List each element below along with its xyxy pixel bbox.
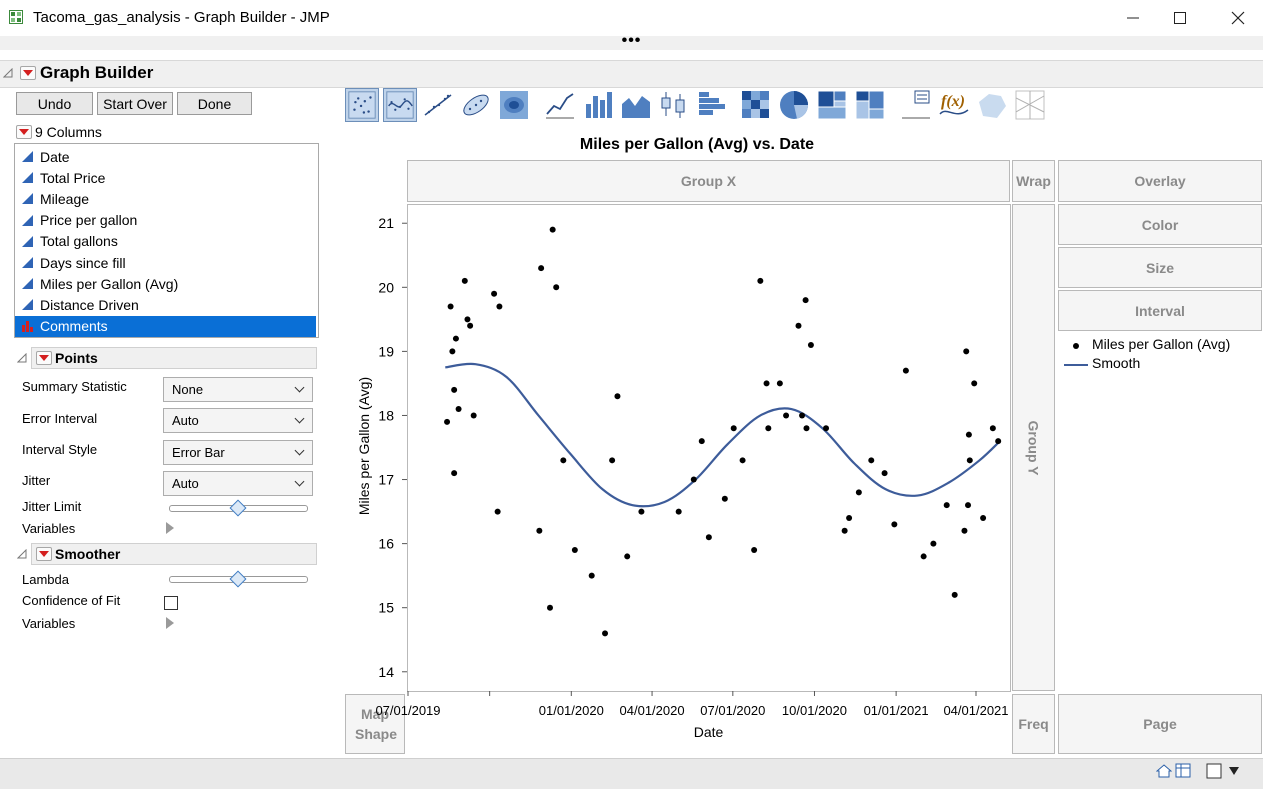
y-tick-label: 20 xyxy=(378,279,394,295)
data-point xyxy=(891,521,898,528)
data-point xyxy=(930,540,937,547)
data-point xyxy=(451,470,458,477)
data-point xyxy=(538,265,545,272)
y-tick-label: 19 xyxy=(378,343,394,359)
data-point xyxy=(602,630,609,637)
status-bar xyxy=(0,758,1263,789)
data-point xyxy=(799,412,806,419)
data-table-icon[interactable] xyxy=(1175,763,1191,778)
data-point xyxy=(855,489,862,496)
x-tick-label: 01/01/2021 xyxy=(864,703,929,718)
y-tick-label: 15 xyxy=(378,600,394,616)
data-point xyxy=(547,604,553,611)
data-point xyxy=(455,406,462,413)
data-point xyxy=(980,514,987,521)
data-point xyxy=(802,297,809,304)
data-point xyxy=(560,457,567,464)
data-point xyxy=(444,418,451,425)
scatter-chart: 14 15 16 17 18 19 20 21 07/01/2019 01/01/2020 04/0… xyxy=(375,215,1008,718)
data-point xyxy=(963,348,970,355)
data-point xyxy=(803,425,810,432)
data-point xyxy=(730,425,737,432)
data-point xyxy=(467,322,474,329)
y-tick-label: 14 xyxy=(378,664,394,680)
data-point xyxy=(571,547,578,554)
data-point xyxy=(995,438,1002,445)
x-tick-label: 07/01/2020 xyxy=(700,703,765,718)
home-icon[interactable] xyxy=(1156,764,1172,778)
data-point xyxy=(609,457,616,464)
data-point xyxy=(965,431,972,438)
data-point xyxy=(690,476,697,483)
data-point xyxy=(452,335,459,342)
data-point xyxy=(807,341,814,348)
data-point xyxy=(961,527,968,534)
data-point xyxy=(491,290,498,297)
data-point xyxy=(588,572,595,579)
data-point xyxy=(536,527,543,534)
y-tick-label: 16 xyxy=(378,536,394,552)
y-tick-label: 18 xyxy=(378,407,394,423)
data-point xyxy=(614,393,621,400)
data-point xyxy=(464,316,471,323)
data-point xyxy=(776,380,783,387)
data-point xyxy=(461,277,468,284)
data-point xyxy=(751,547,758,554)
x-tick-label: 01/01/2020 xyxy=(539,703,604,718)
data-point xyxy=(765,425,772,432)
data-point xyxy=(971,380,978,387)
data-point xyxy=(675,508,682,515)
x-tick-label: 04/01/2020 xyxy=(620,703,685,718)
data-point xyxy=(951,591,958,598)
data-point xyxy=(966,457,973,464)
smooth-line xyxy=(445,362,1001,508)
data-point xyxy=(841,527,848,534)
data-point xyxy=(868,457,875,464)
data-point xyxy=(494,508,501,515)
data-point xyxy=(881,470,888,477)
y-tick-label: 21 xyxy=(378,215,394,231)
data-point xyxy=(470,412,477,419)
data-point xyxy=(846,514,853,521)
data-point xyxy=(902,367,909,374)
data-point xyxy=(763,380,770,387)
data-point xyxy=(449,348,456,355)
data-point xyxy=(721,495,728,502)
data-point xyxy=(698,438,705,445)
data-point xyxy=(496,303,503,310)
data-point xyxy=(624,553,631,560)
data-point xyxy=(739,457,746,464)
data-point xyxy=(823,425,830,432)
data-point xyxy=(943,502,950,509)
x-tick-label: 04/01/2021 xyxy=(943,703,1008,718)
data-point xyxy=(757,277,764,284)
data-point xyxy=(549,226,556,233)
data-point xyxy=(705,534,712,541)
data-point xyxy=(553,284,560,291)
data-point xyxy=(447,303,454,310)
data-point xyxy=(638,508,645,515)
data-point xyxy=(451,386,458,393)
y-tick-label: 17 xyxy=(378,472,394,488)
window-list-icon[interactable] xyxy=(1206,763,1222,779)
x-tick-label: 07/01/2019 xyxy=(375,703,440,718)
data-point xyxy=(965,502,972,509)
x-tick-label: 10/01/2020 xyxy=(782,703,847,718)
data-point xyxy=(920,553,927,560)
data-point xyxy=(783,412,790,419)
dropdown-arrow-icon[interactable] xyxy=(1228,766,1240,776)
data-point xyxy=(989,425,996,432)
data-point xyxy=(795,322,802,329)
